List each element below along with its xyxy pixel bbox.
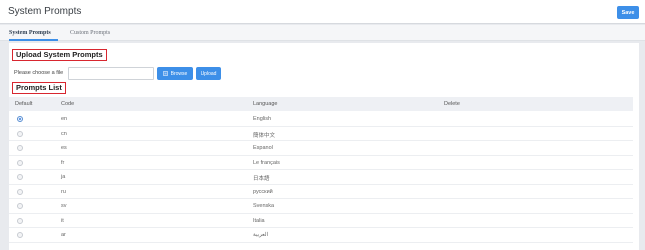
default-radio[interactable]: [17, 116, 23, 122]
code-cell: ja: [61, 174, 66, 180]
code-cell: cn: [61, 130, 67, 137]
page-title: System Prompts: [8, 6, 82, 17]
language-cell: Svenska: [253, 203, 275, 209]
code-cell: ru: [61, 188, 66, 195]
code-cell: sv: [61, 203, 67, 209]
column-header-default: Default: [15, 101, 33, 107]
save-button[interactable]: Save: [617, 6, 639, 19]
tab-system-prompts[interactable]: System Prompts: [9, 30, 51, 36]
file-icon: [163, 71, 168, 76]
default-radio[interactable]: [17, 232, 23, 238]
table-row: ru русский: [9, 185, 633, 199]
upload-button[interactable]: Upload: [196, 67, 221, 80]
default-radio[interactable]: [17, 203, 23, 209]
language-cell: Espanol: [253, 145, 273, 151]
column-header-delete: Delete: [444, 101, 460, 107]
browse-button[interactable]: Browse: [157, 67, 193, 80]
language-cell: 簡体中文: [253, 132, 276, 139]
active-tab-indicator: [9, 39, 58, 41]
browse-button-label: Browse: [170, 70, 188, 77]
table-row: fr Le français: [9, 156, 633, 170]
file-input[interactable]: [68, 67, 154, 80]
column-header-code: Code: [61, 101, 75, 107]
table-row: es Espanol: [9, 141, 633, 156]
language-cell: Italia: [253, 217, 265, 224]
language-cell: 日本語: [253, 176, 270, 182]
top-bar: System Prompts Save: [0, 0, 645, 24]
code-cell: it: [61, 217, 64, 224]
table-row: ja 日本語: [9, 170, 633, 185]
table-row: cn 簡体中文: [9, 127, 633, 141]
language-cell: العربية: [253, 232, 269, 238]
tab-custom-prompts[interactable]: Custom Prompts: [70, 30, 110, 36]
main-panel: Upload System Prompts Please choose a fi…: [9, 43, 639, 250]
default-radio[interactable]: [17, 145, 23, 151]
code-cell: fr: [61, 159, 65, 166]
tab-bar: System Prompts Custom Prompts: [0, 25, 645, 41]
language-cell: English: [253, 116, 272, 122]
table-row: sv Svenska: [9, 199, 633, 214]
prompts-list-title: Prompts List: [12, 82, 66, 94]
code-cell: es: [61, 145, 67, 151]
default-radio[interactable]: [17, 130, 23, 137]
column-header-language: Language: [253, 101, 278, 107]
code-cell: en: [61, 116, 68, 122]
file-label: Please choose a file: [14, 70, 64, 76]
table-row: en English: [9, 112, 633, 127]
default-radio[interactable]: [17, 174, 23, 180]
upload-section-title: Upload System Prompts: [12, 49, 107, 61]
default-radio[interactable]: [17, 188, 23, 195]
language-cell: русский: [253, 188, 273, 195]
default-radio[interactable]: [17, 217, 23, 224]
table-row: ar العربية: [9, 228, 633, 243]
table-header: Default Code Language Delete: [9, 97, 633, 111]
code-cell: ar: [61, 232, 66, 238]
default-radio[interactable]: [17, 159, 23, 166]
table-row: it Italia: [9, 214, 633, 228]
language-cell: Le français: [253, 159, 280, 166]
